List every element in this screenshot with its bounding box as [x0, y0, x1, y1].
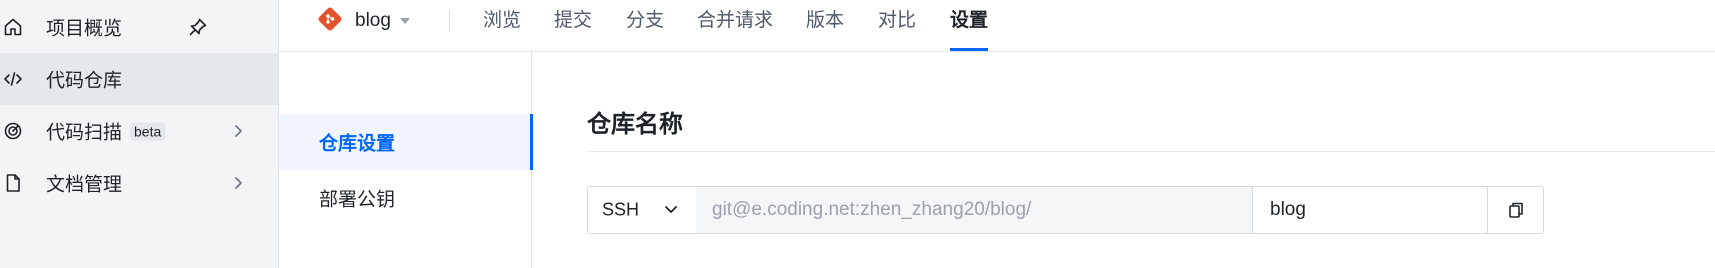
sidebar-item-docs[interactable]: 文档管理 [0, 157, 278, 209]
copy-button[interactable] [1488, 186, 1544, 234]
clone-url-prefix: git@e.coding.net:zhen_zhang20/blog/ [696, 186, 1253, 234]
sidebar: 项目概览 代码仓库 代码扫描 beta 文档管理 [0, 0, 279, 268]
top-nav: blog 浏览 提交 分支 合并请求 版本 对比 设置 [279, 0, 1715, 52]
tab-browse[interactable]: 浏览 [483, 6, 521, 36]
settings-menu-item-label: 部署公钥 [319, 189, 396, 211]
sidebar-item-label: 代码扫描 [46, 122, 123, 144]
pin-icon[interactable] [188, 17, 208, 37]
code-icon [2, 68, 24, 90]
active-menu-indicator [530, 114, 533, 170]
repo-name-input[interactable]: blog [1253, 186, 1488, 234]
tab-commits[interactable]: 提交 [554, 6, 592, 36]
sidebar-item-label-wrap: 代码扫描 beta [46, 118, 166, 145]
repo-name-value: blog [1270, 199, 1306, 220]
sidebar-item-label: 代码仓库 [46, 70, 123, 92]
sidebar-item-label: 文档管理 [46, 174, 123, 196]
settings-menu-item-deploy-keys[interactable]: 部署公钥 [279, 170, 531, 226]
section-divider [587, 151, 1715, 152]
sidebar-item-code-scan[interactable]: 代码扫描 beta [0, 105, 278, 157]
tab-settings[interactable]: 设置 [950, 6, 988, 36]
beta-badge: beta [130, 122, 166, 141]
tab-branches[interactable]: 分支 [626, 6, 664, 36]
clone-url-row: SSH git@e.coding.net:zhen_zhang20/blog/ … [587, 186, 1544, 234]
tab-merge-requests[interactable]: 合并请求 [697, 6, 773, 36]
protocol-value: SSH [602, 199, 640, 220]
copy-icon [1508, 202, 1523, 218]
settings-menu-item-repo[interactable]: 仓库设置 [279, 114, 533, 170]
clone-url-prefix-text: git@e.coding.net:zhen_zhang20/blog/ [712, 199, 1032, 220]
sidebar-item-code-repo[interactable]: 代码仓库 [0, 53, 278, 105]
nav-divider [449, 10, 450, 32]
repo-switcher[interactable]: blog [317, 6, 411, 36]
chevron-right-icon [230, 123, 246, 139]
document-icon [2, 172, 24, 194]
chevron-down-icon [665, 206, 677, 213]
tab-compare[interactable]: 对比 [878, 6, 916, 36]
active-tab-indicator [950, 48, 988, 51]
tab-releases[interactable]: 版本 [806, 6, 844, 36]
git-icon [317, 6, 343, 37]
settings-menu-item-label: 仓库设置 [319, 133, 396, 155]
repo-name: blog [355, 10, 391, 31]
protocol-select[interactable]: SSH [587, 186, 697, 234]
settings-menu: 仓库设置 部署公钥 [279, 52, 533, 268]
home-icon [2, 16, 24, 38]
scan-icon [2, 120, 24, 142]
chevron-right-icon [230, 175, 246, 191]
sidebar-item-overview[interactable]: 项目概览 [0, 1, 278, 53]
sidebar-item-label: 项目概览 [46, 18, 123, 40]
caret-down-icon [399, 18, 410, 24]
section-title: 仓库名称 [587, 111, 683, 138]
